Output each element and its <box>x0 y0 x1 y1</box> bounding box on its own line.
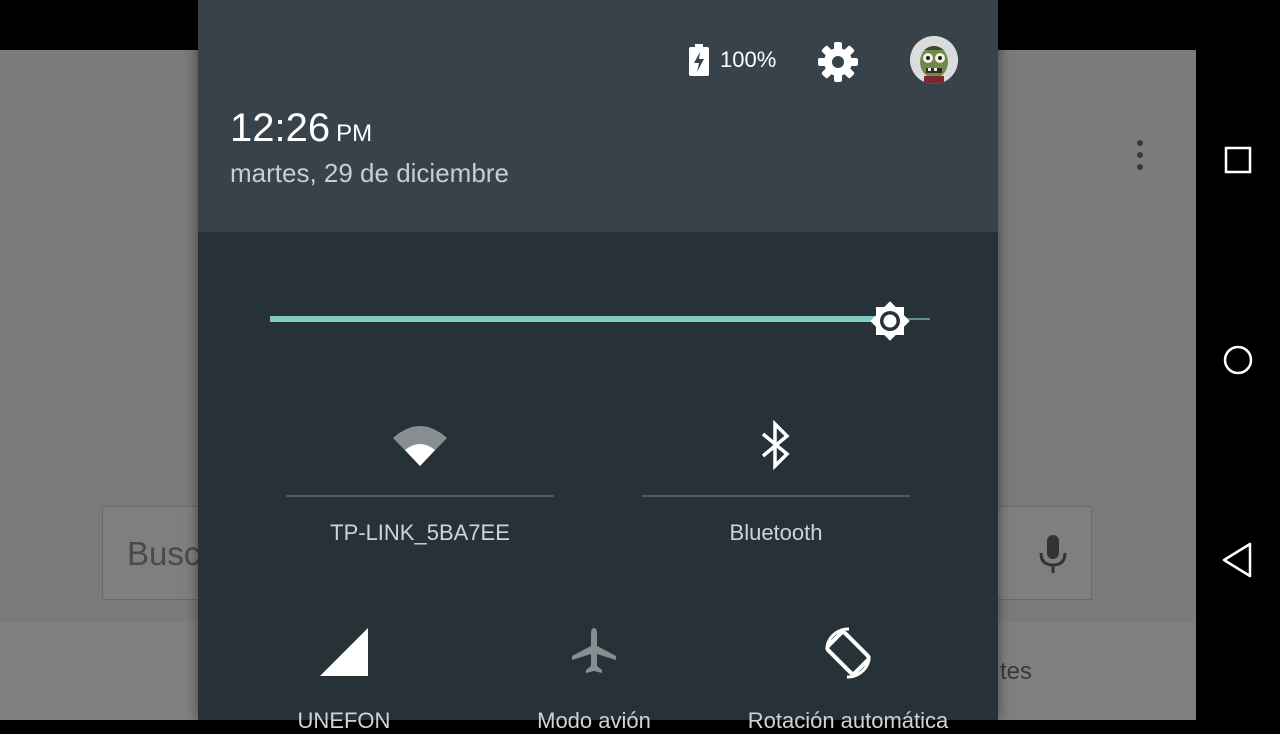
tile-airplane-mode[interactable]: Modo avión <box>494 620 694 733</box>
auto-rotate-icon <box>825 627 871 679</box>
tile-divider <box>286 495 554 497</box>
airplane-icon <box>572 628 616 673</box>
wifi-icon <box>393 426 447 466</box>
home-button[interactable] <box>1216 338 1260 382</box>
brightness-track-filled <box>270 316 890 322</box>
battery-percent: 100% <box>720 47 777 72</box>
shade-header: 100% 12:26 PM martes, 29 de diciembre <box>198 0 998 232</box>
tile-label: TP-LINK_5BA7EE <box>330 520 510 545</box>
tile-wifi[interactable]: TP-LINK_5BA7EE <box>286 410 554 550</box>
notification-shade: 100% 12:26 PM martes, 29 de diciembre TP… <box>198 0 998 733</box>
circle-icon <box>1223 345 1253 375</box>
tile-label: Bluetooth <box>729 520 823 545</box>
zombie-avatar-icon <box>910 36 958 84</box>
brightness-slider[interactable] <box>270 296 930 344</box>
date-label[interactable]: martes, 29 de diciembre <box>230 158 509 189</box>
square-icon <box>1224 146 1252 174</box>
clock[interactable]: 12:26 PM <box>230 106 372 151</box>
tile-divider <box>642 495 910 497</box>
tile-bluetooth[interactable]: Bluetooth <box>642 410 910 550</box>
microphone-icon[interactable] <box>1033 533 1073 577</box>
battery-charging-icon <box>689 44 709 76</box>
clock-ampm: PM <box>336 120 373 147</box>
background-tab-text: tes <box>1000 658 1033 685</box>
battery-status[interactable]: 100% <box>688 44 776 76</box>
navigation-bar <box>1196 0 1280 720</box>
gear-icon[interactable] <box>816 40 860 84</box>
tile-auto-rotate[interactable]: Rotación automática <box>718 620 978 733</box>
avatar[interactable] <box>910 36 958 84</box>
search-placeholder: Busc <box>127 535 201 572</box>
bluetooth-icon <box>761 420 790 470</box>
clock-time: 12:26 <box>230 106 331 150</box>
tile-label: Modo avión <box>537 708 651 733</box>
overflow-menu-icon[interactable] <box>1128 138 1152 174</box>
back-button[interactable] <box>1216 538 1260 582</box>
recents-button[interactable] <box>1216 138 1260 182</box>
tile-cellular[interactable]: UNEFON <box>244 620 444 733</box>
triangle-back-icon <box>1222 542 1252 578</box>
tile-label: Rotación automática <box>747 708 949 733</box>
tile-label: UNEFON <box>297 708 391 733</box>
brightness-thumb-icon[interactable] <box>865 296 915 346</box>
cellular-signal-icon <box>320 628 368 676</box>
